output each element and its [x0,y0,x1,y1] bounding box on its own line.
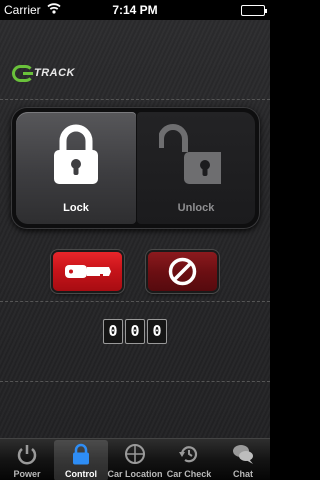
padlock-icon [73,443,89,465]
no-entry-icon [168,257,197,286]
tab-car-location[interactable]: Car Location [107,440,163,480]
key-button[interactable] [53,252,122,291]
counter-digit: 0 [103,319,123,344]
tab-chat[interactable]: Chat [216,440,270,480]
digit-counter: 0 0 0 [103,319,168,344]
history-icon [179,446,198,463]
tab-label: Control [65,469,97,479]
battery-icon [241,5,267,16]
padlock-closed-icon [54,124,98,184]
main-content: TRACK Lock Unlock 0 0 0 [0,20,270,438]
divider [0,301,270,302]
status-time: 7:14 PM [112,3,158,17]
unlock-label: Unlock [177,202,215,214]
divider [0,99,270,100]
cancel-button[interactable] [148,252,217,291]
tab-control[interactable]: Control [54,440,108,480]
tab-label: Chat [233,469,253,479]
tab-label: Car Location [107,469,163,479]
status-bar: Carrier 7:14 PM [0,0,270,20]
lock-unlock-panel: Lock Unlock [11,107,260,229]
counter-digit: 0 [125,319,145,344]
tab-car-check[interactable]: Car Check [162,440,216,480]
lock-label: Lock [63,202,89,214]
lock-button[interactable]: Lock [16,112,136,224]
padlock-open-icon [159,124,221,184]
logo-g-mark [12,65,34,82]
key-icon [65,265,111,278]
logo-text: TRACK [34,67,75,79]
crosshair-icon [125,444,145,464]
tab-bar: Power Control Car Location Car Check Cha… [0,438,270,480]
counter-digit: 0 [147,319,167,344]
divider [0,381,270,382]
tab-label: Car Check [166,469,212,479]
unlock-button[interactable]: Unlock [137,112,255,224]
app-logo: TRACK [12,65,92,83]
chat-bubbles-icon [233,445,253,464]
tab-power[interactable]: Power [0,440,54,480]
power-icon [17,445,37,465]
